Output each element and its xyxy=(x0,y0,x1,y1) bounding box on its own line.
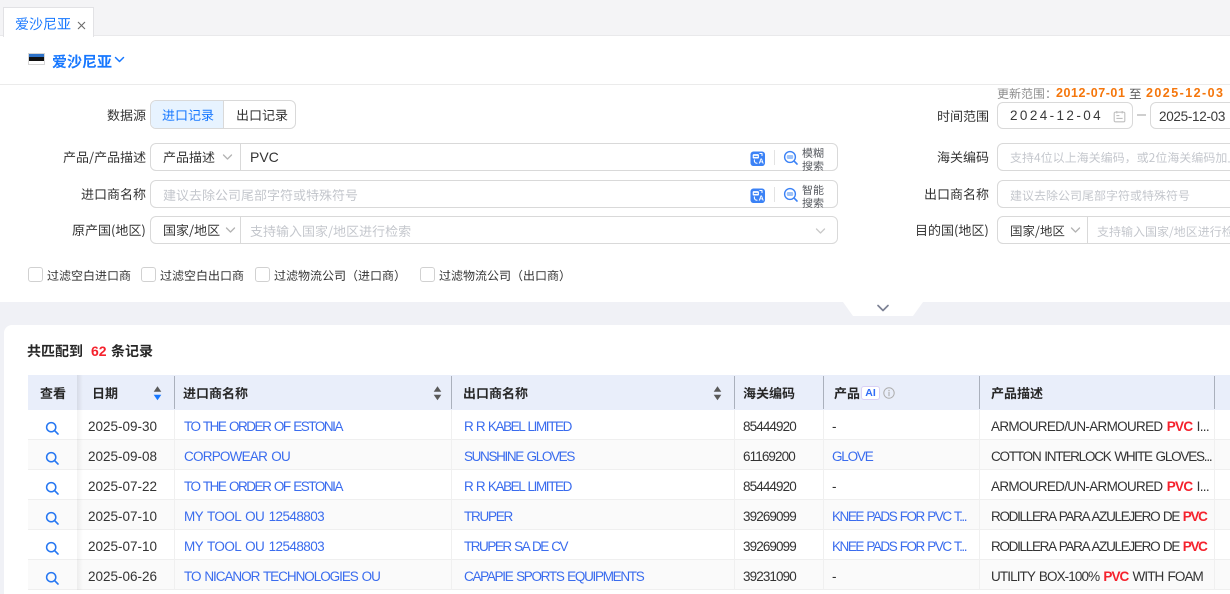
svg-text:A: A xyxy=(759,193,765,202)
svg-text:A: A xyxy=(759,156,765,165)
